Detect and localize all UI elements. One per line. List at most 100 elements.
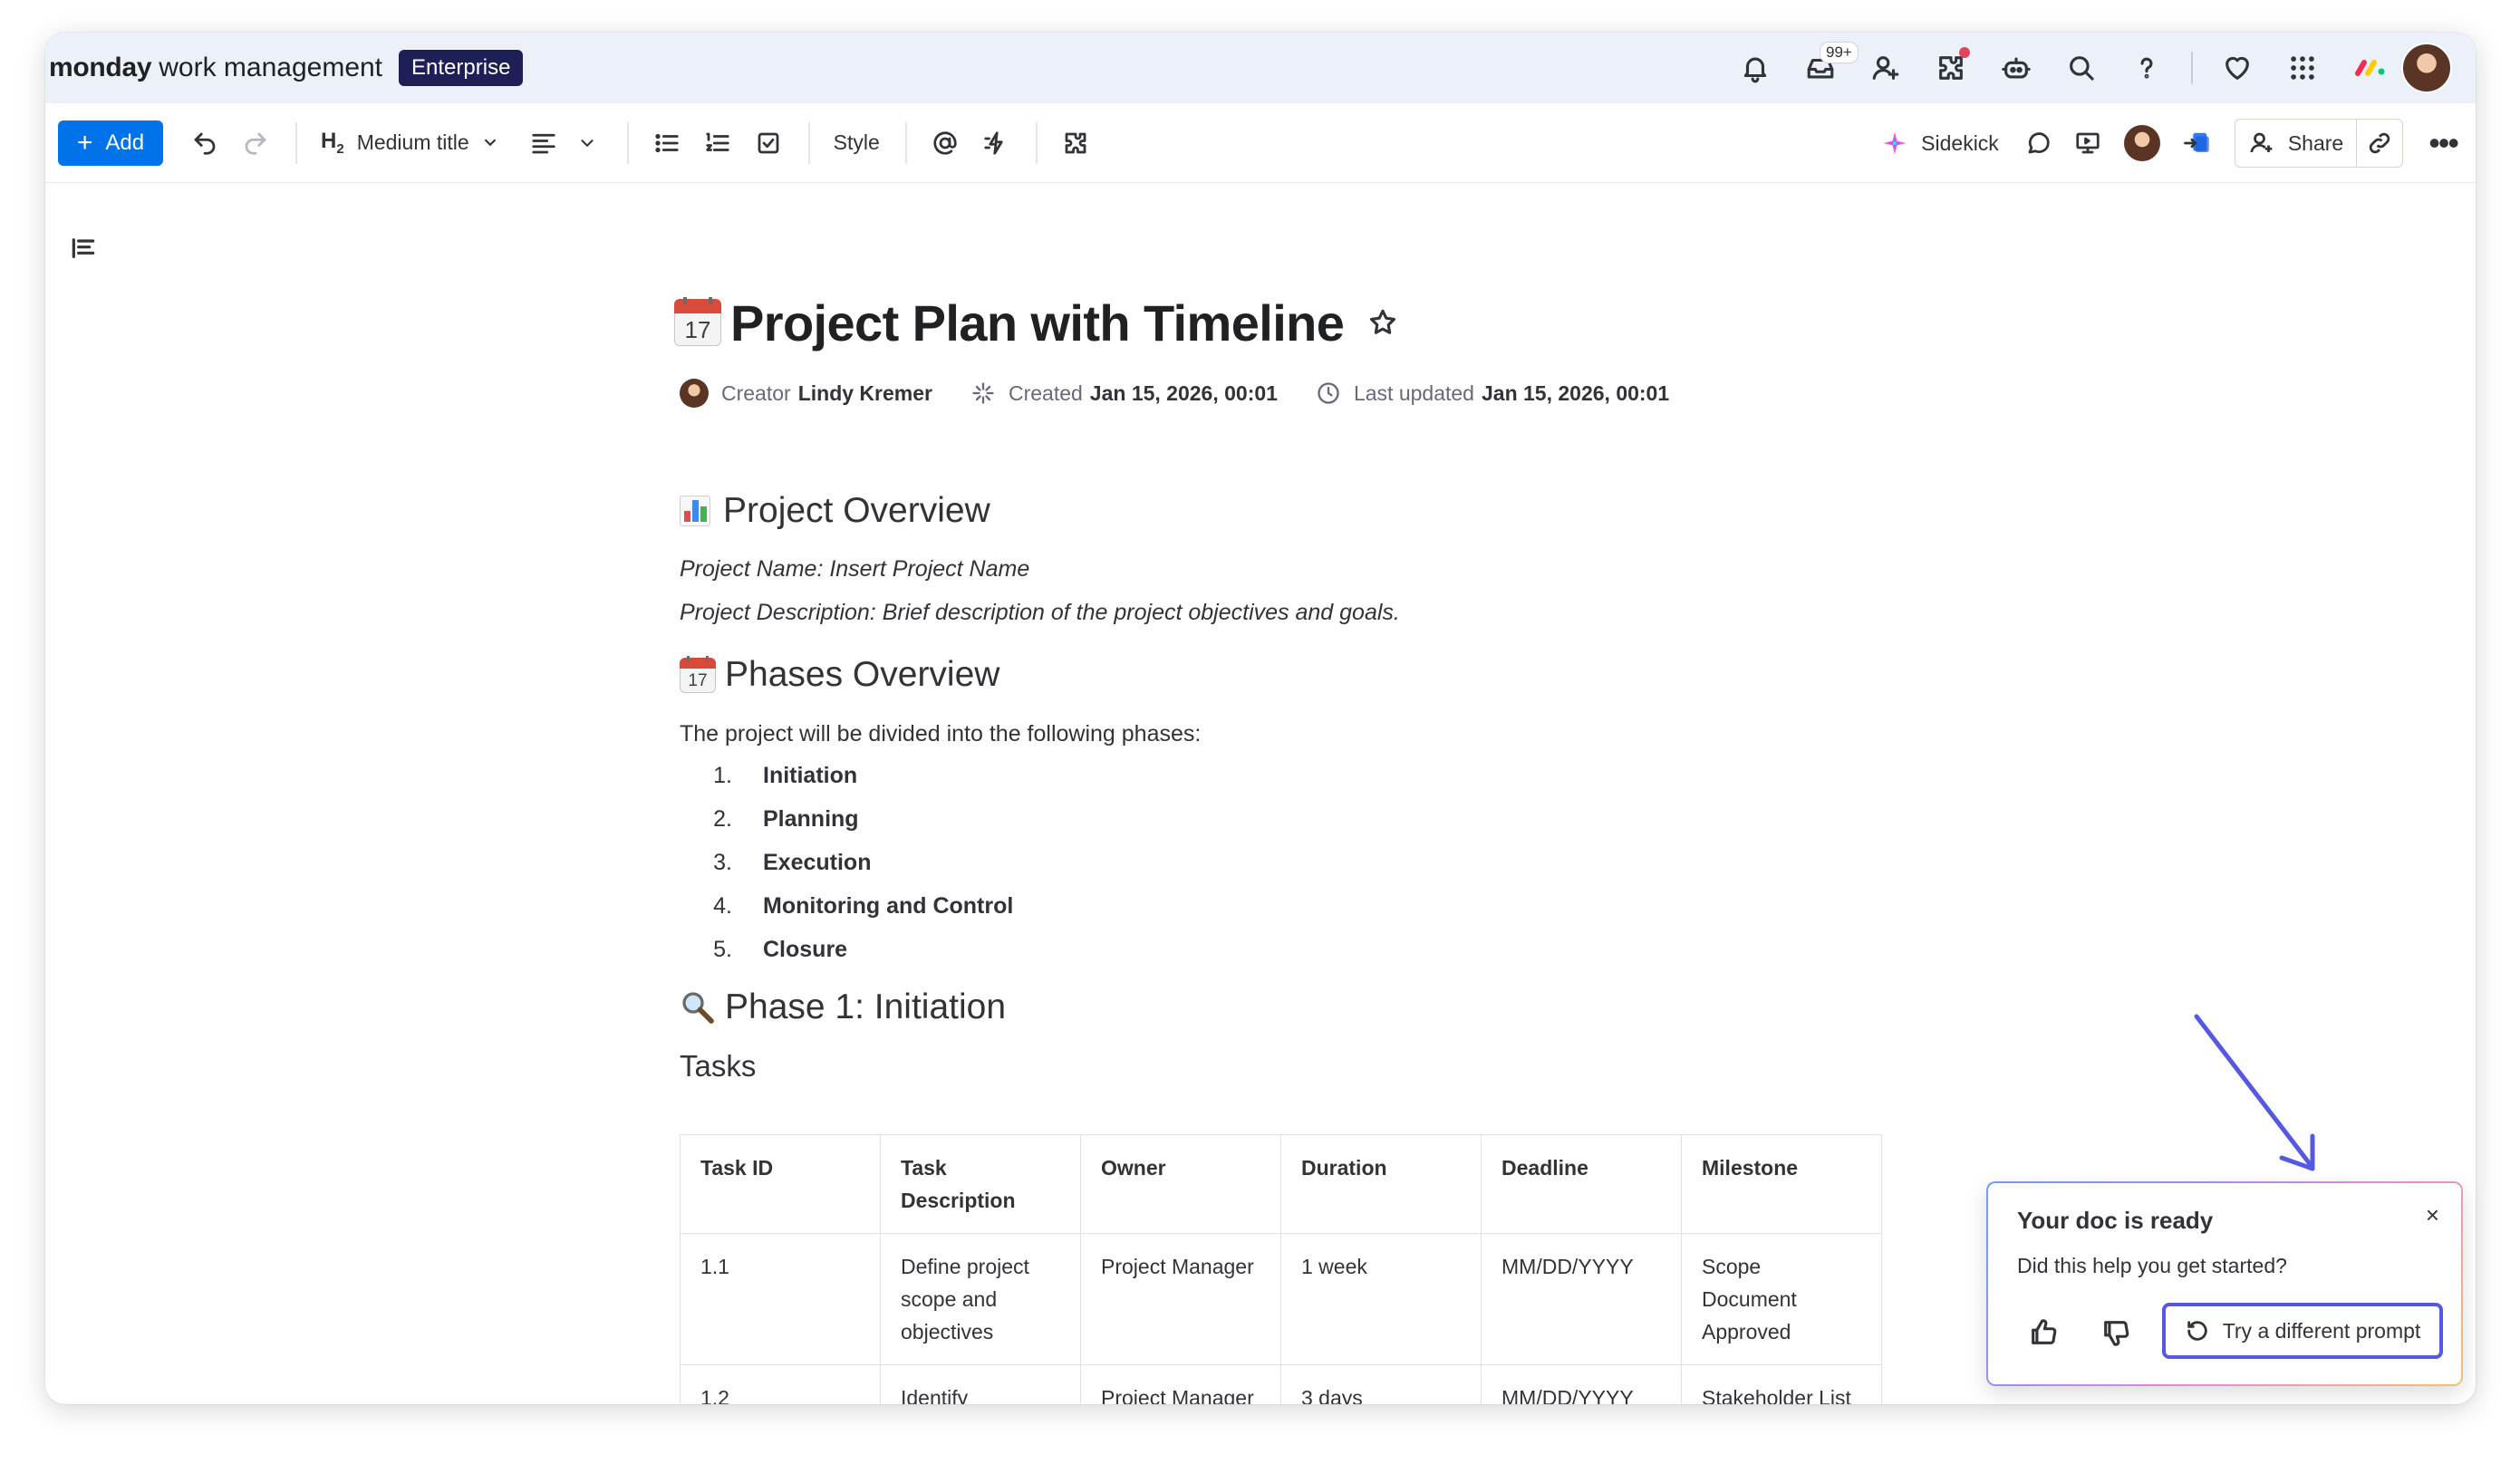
table-cell[interactable]: Project Manager	[1080, 1233, 1281, 1365]
list-text: Execution	[763, 849, 872, 875]
align-left-icon[interactable]	[524, 123, 564, 163]
table-cell[interactable]: MM/DD/YYYY	[1481, 1233, 1682, 1365]
checklist-icon[interactable]	[748, 123, 788, 163]
favorite-star-icon[interactable]	[1367, 307, 1398, 338]
numbered-list-icon[interactable]	[698, 123, 738, 163]
phases-heading-text: Phases Overview	[725, 655, 1000, 694]
creator-name[interactable]: Lindy Kremer	[798, 381, 932, 406]
heading-level: 2	[336, 140, 344, 157]
col-header-task-description[interactable]: Task Description	[880, 1134, 1081, 1234]
document-body: 17 Project Plan with Timeline Creator Li…	[674, 286, 1943, 1404]
doc-apps-puzzle-icon[interactable]	[1056, 123, 1096, 163]
col-header-deadline[interactable]: Deadline	[1481, 1134, 1682, 1234]
toolbar-right-actions: Sidekick Share •••	[1881, 103, 2459, 183]
invite-members-icon[interactable]	[1865, 47, 1907, 89]
table-cell[interactable]: MM/DD/YYYY	[1481, 1364, 1682, 1404]
share-label: Share	[2287, 130, 2344, 155]
thumbs-down-icon[interactable]	[2100, 1317, 2137, 1353]
list-item[interactable]: 5. Closure	[680, 928, 1943, 971]
search-icon[interactable]	[2061, 47, 2102, 89]
top-bar-divider	[2191, 52, 2193, 84]
list-text: Planning	[763, 805, 859, 832]
toast-title: Your doc is ready	[2017, 1207, 2214, 1234]
table-cell[interactable]: Project Manager	[1080, 1364, 1281, 1404]
editor-toolbar: + Add H2 Medium title Style Sidekick Sha…	[45, 103, 2476, 183]
align-chevron-down-icon[interactable]	[567, 123, 607, 163]
toolbar-divider	[807, 121, 810, 164]
present-icon[interactable]	[2068, 123, 2108, 163]
col-header-milestone[interactable]: Milestone	[1681, 1134, 1882, 1234]
copy-link-button[interactable]	[2357, 120, 2402, 167]
thumbs-up-icon[interactable]	[2028, 1317, 2064, 1353]
comments-icon[interactable]	[2019, 123, 2059, 163]
calendar-day: 17	[674, 313, 721, 346]
collaborator-avatar[interactable]	[2123, 125, 2160, 161]
favorites-heart-icon[interactable]	[2216, 47, 2258, 89]
try-different-prompt-button[interactable]: Try a different prompt	[2162, 1303, 2443, 1359]
sidekick-button[interactable]: Sidekick	[1881, 130, 1999, 157]
inbox-icon[interactable]: 99+	[1800, 42, 1859, 89]
monday-logo-icon[interactable]	[2354, 57, 2387, 79]
table-cell[interactable]: Stakeholder List Created	[1681, 1364, 1882, 1404]
redo-icon[interactable]	[236, 123, 275, 163]
top-bar-actions: 99+	[1711, 33, 2452, 103]
list-number: 5.	[713, 936, 732, 962]
table-cell[interactable]: Scope Document Approved	[1681, 1233, 1882, 1365]
table-cell[interactable]: 1 week	[1280, 1233, 1482, 1365]
ai-format-icon[interactable]	[976, 123, 1016, 163]
table-cell[interactable]: Define project scope and objectives	[880, 1233, 1081, 1365]
add-button[interactable]: + Add	[58, 120, 163, 166]
ai-assistant-icon[interactable]	[1995, 47, 2037, 89]
col-header-task-id[interactable]: Task ID	[680, 1134, 881, 1234]
doc-title[interactable]: Project Plan with Timeline	[730, 294, 1345, 352]
created-value: Jan 15, 2026, 00:01	[1089, 380, 1278, 405]
doc-outline-icon[interactable]	[69, 234, 98, 263]
notifications-bell-icon[interactable]	[1734, 47, 1776, 89]
bulleted-list-icon[interactable]	[647, 123, 687, 163]
list-item[interactable]: 2. Planning	[680, 797, 1943, 841]
integration-app-icon[interactable]	[2177, 123, 2216, 163]
list-item[interactable]: 1. Initiation	[680, 754, 1943, 797]
user-avatar[interactable]	[2401, 43, 2452, 93]
more-options-icon[interactable]: •••	[2428, 127, 2459, 159]
add-person-icon	[2250, 132, 2273, 153]
phases-heading[interactable]: 17 Phases Overview	[680, 649, 1943, 701]
project-name-line[interactable]: Project Name: Insert Project Name	[680, 551, 1943, 587]
heading-icon: H2	[321, 129, 344, 157]
apps-grid-icon[interactable]	[2282, 47, 2323, 89]
undo-icon[interactable]	[185, 123, 225, 163]
table-cell[interactable]: 1.2	[680, 1364, 881, 1404]
refresh-icon	[2187, 1321, 2207, 1341]
overview-heading[interactable]: Project Overview	[680, 484, 1943, 538]
table-cell[interactable]: 1.1	[680, 1233, 881, 1365]
update-dot	[1959, 47, 1970, 58]
updated-value: Jan 15, 2026, 00:01	[1481, 380, 1670, 405]
magnifying-glass-icon	[680, 989, 716, 1026]
col-header-owner[interactable]: Owner	[1080, 1134, 1281, 1234]
creator-label: Creator	[721, 380, 791, 405]
phases-intro[interactable]: The project will be divided into the fol…	[680, 714, 1943, 754]
list-item[interactable]: 3. Execution	[680, 841, 1943, 884]
integrations-puzzle-icon[interactable]	[1930, 47, 1972, 89]
close-icon[interactable]: ×	[2426, 1201, 2439, 1229]
col-header-duration[interactable]: Duration	[1280, 1134, 1482, 1234]
project-description-line[interactable]: Project Description: Brief description o…	[680, 594, 1943, 631]
brand-name: monday	[49, 53, 152, 82]
table-cell[interactable]: 3 days	[1280, 1364, 1482, 1404]
list-item[interactable]: 4. Monitoring and Control	[680, 884, 1943, 928]
table-header-row: Task ID Task Description Owner Duration …	[680, 1134, 1882, 1234]
tasks-heading[interactable]: Tasks	[680, 1044, 1943, 1089]
top-bar: monday work management Enterprise 99+	[45, 33, 2476, 103]
phase1-heading[interactable]: Phase 1: Initiation	[680, 980, 1943, 1035]
style-button[interactable]: Style	[834, 130, 880, 155]
doc-ready-toast: Your doc is ready Did this help you get …	[1986, 1181, 2463, 1386]
brand-logo[interactable]: monday work management Enterprise	[49, 33, 524, 103]
doc-title-row: 17 Project Plan with Timeline	[674, 286, 1943, 359]
text-style-select[interactable]: H2 Medium title	[321, 129, 500, 157]
mention-icon[interactable]	[925, 123, 965, 163]
creator-avatar[interactable]	[680, 379, 709, 408]
table-cell[interactable]: Identify stakeholders	[880, 1364, 1081, 1404]
bar-chart-icon	[680, 496, 710, 526]
help-icon[interactable]	[2126, 47, 2168, 89]
share-button[interactable]: Share	[2235, 120, 2358, 167]
